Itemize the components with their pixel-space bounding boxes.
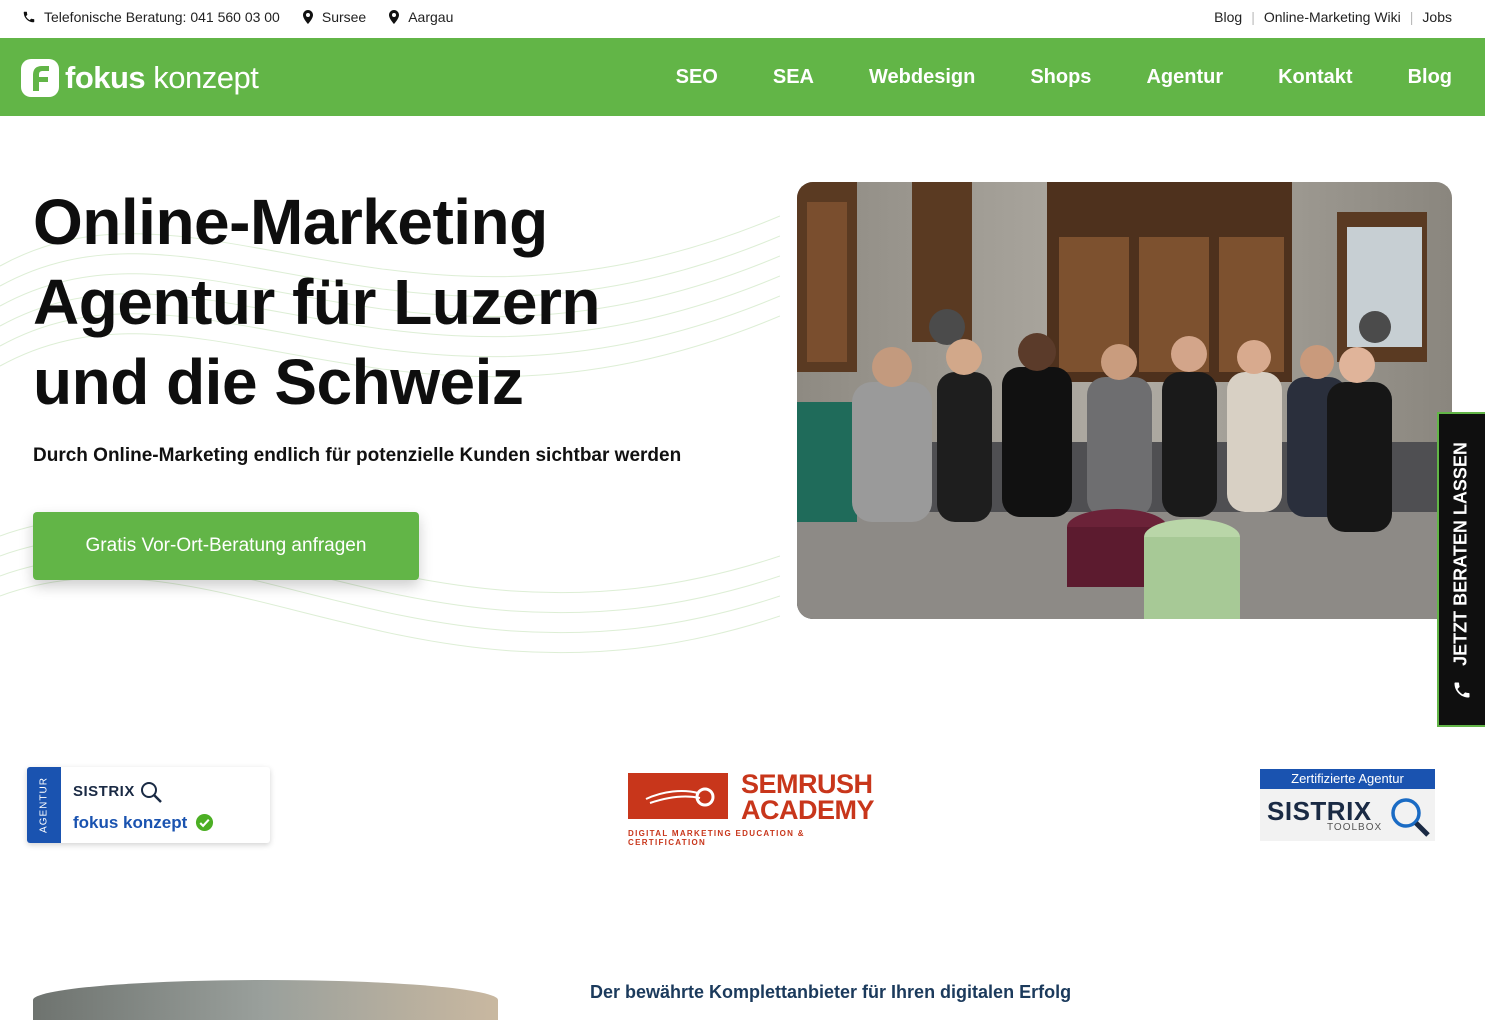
section-image: [33, 980, 498, 1020]
nav-item-sea[interactable]: SEA: [773, 66, 814, 89]
link-separator: |: [1409, 9, 1414, 25]
main-navigation: fokus konzept SEO SEA Webdesign Shops Ag…: [0, 38, 1485, 116]
advice-side-tab[interactable]: JETZT BERATEN LASSEN: [1437, 412, 1485, 727]
phone-icon: [23, 11, 35, 23]
location-pin-icon: [302, 10, 313, 24]
hero-headline: Online-Marketing Agentur für Luzern und …: [33, 182, 733, 422]
location-label: Sursee: [321, 9, 367, 25]
verified-check-icon: [195, 813, 214, 832]
sistrix-wordmark: SISTRIX: [73, 783, 135, 800]
nav-item-seo[interactable]: SEO: [676, 66, 718, 89]
location-label: Aargau: [408, 9, 454, 25]
nav-item-webdesign[interactable]: Webdesign: [869, 66, 975, 89]
section-heading: Der bewährte Komplettanbieter für Ihren …: [590, 982, 1072, 1002]
semrush-academy-badge[interactable]: SEMRUSH ACADEMY DIGITAL MARKETING EDUCATI…: [628, 769, 880, 847]
toolbox-label: TOOLBOX: [1327, 822, 1383, 833]
semrush-tagline: DIGITAL MARKETING EDUCATION & CERTIFICAT…: [628, 829, 805, 847]
headline-line: Agentur für Luzern: [33, 266, 600, 338]
nav-item-shops[interactable]: Shops: [1030, 66, 1091, 89]
sistrix-agency-badge[interactable]: AGENTUR SISTRIX fokus konzept: [27, 767, 270, 843]
consultation-cta-button[interactable]: Gratis Vor-Ort-Beratung anfragen: [33, 512, 419, 580]
top-link-blog[interactable]: Blog: [1214, 9, 1242, 25]
location-pin-icon: [389, 10, 400, 24]
nav-item-blog[interactable]: Blog: [1408, 66, 1452, 89]
site-logo[interactable]: fokus konzept: [20, 58, 259, 98]
nav-item-agentur[interactable]: Agentur: [1146, 66, 1223, 89]
badge-side-strip: AGENTUR: [27, 767, 61, 843]
link-separator: |: [1251, 9, 1255, 25]
team-photo: [797, 182, 1452, 619]
phone-label: Telefonische Beratung: 041 560 03 00: [44, 9, 280, 25]
hero-subline: Durch Online-Marketing endlich für poten…: [33, 445, 682, 466]
sistrix-certified-badge[interactable]: Zertifizierte Agentur SISTRIX TOOLBOX: [1260, 769, 1435, 841]
fokus-logo-icon: [21, 59, 59, 97]
top-info-bar: Telefonische Beratung: 041 560 03 00 Sur…: [0, 0, 1485, 38]
nav-menu: SEO SEA Webdesign Shops Agentur Kontakt …: [621, 66, 1452, 89]
headline-line: und die Schweiz: [33, 346, 524, 418]
location-aargau[interactable]: Aargau: [388, 9, 453, 25]
top-link-wiki[interactable]: Online-Marketing Wiki: [1264, 9, 1401, 25]
phone-contact[interactable]: Telefonische Beratung: 041 560 03 00: [22, 9, 280, 25]
magnifier-icon: [1391, 798, 1430, 837]
headline-line: Online-Marketing: [33, 186, 548, 258]
phone-icon: [1454, 682, 1470, 698]
certified-label: Zertifizierte Agentur: [1260, 769, 1435, 789]
agency-name: fokus konzept: [73, 813, 188, 832]
location-sursee[interactable]: Sursee: [302, 9, 366, 25]
nav-item-kontakt[interactable]: Kontakt: [1278, 66, 1352, 89]
top-link-jobs[interactable]: Jobs: [1422, 9, 1452, 25]
semrush-logo-box: [628, 773, 728, 819]
semrush-title: SEMRUSH ACADEMY: [741, 769, 875, 825]
logo-wordmark: fokus konzept: [65, 60, 259, 95]
magnifier-icon: [141, 782, 162, 803]
semrush-flame-icon: [645, 787, 715, 807]
side-tab-label: JETZT BERATEN LASSEN: [1450, 442, 1471, 666]
